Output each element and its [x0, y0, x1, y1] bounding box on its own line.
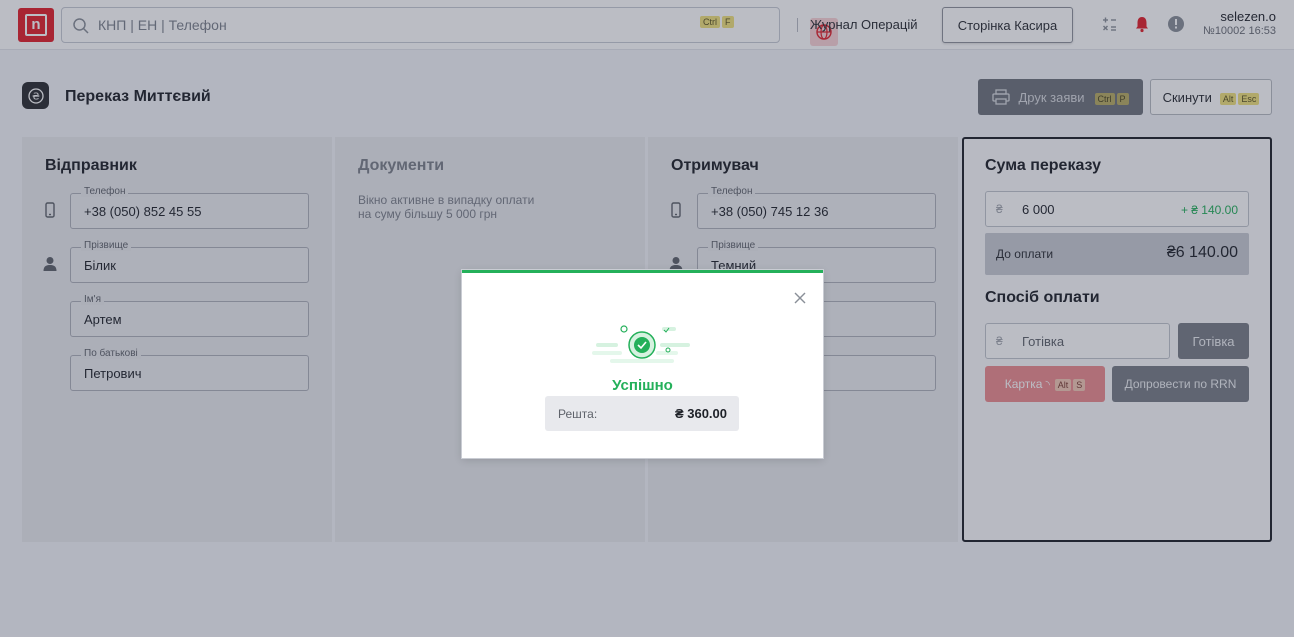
close-icon[interactable]	[793, 291, 807, 305]
change-box: Решта: ₴ 360.00	[545, 396, 739, 431]
change-value: ₴ 360.00	[674, 406, 727, 421]
success-modal: Успішно Решта: ₴ 360.00	[462, 270, 823, 458]
change-label: Решта:	[558, 407, 598, 421]
modal-title: Успішно	[612, 377, 673, 394]
success-check-icon	[592, 325, 690, 363]
